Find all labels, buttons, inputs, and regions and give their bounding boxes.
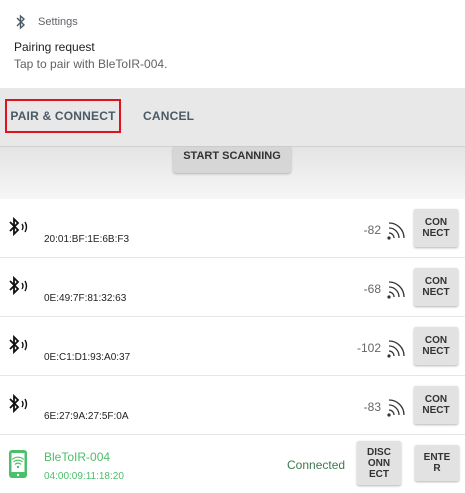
connect-button[interactable]: CON NECT: [414, 268, 458, 306]
device-mac: 04:00:09:11:18:20: [44, 471, 124, 482]
device-row[interactable]: 20:01:BF:1E:6B:F3 -82 CON NECT: [0, 199, 465, 258]
enter-button[interactable]: ENTE R: [415, 445, 459, 481]
notification-actions: PAIR & CONNECT CANCEL: [0, 88, 465, 147]
device-rssi: -82: [363, 223, 381, 237]
device-name: BleToIR-004: [44, 450, 111, 464]
connect-button[interactable]: CON NECT: [414, 327, 458, 365]
signal-strength-icon: [387, 340, 405, 358]
bluetooth-signal-icon: [9, 393, 28, 414]
wireless-device-icon: [9, 450, 27, 478]
device-row[interactable]: 0E:C1:D1:93:A0:37 -102 CON NECT: [0, 317, 465, 376]
signal-strength-icon: [387, 281, 405, 299]
device-rssi: -102: [356, 341, 381, 355]
device-rssi: -83: [363, 400, 381, 414]
device-mac: 0E:C1:D1:93:A0:37: [44, 352, 131, 363]
cancel-button[interactable]: CANCEL: [143, 99, 194, 133]
scan-area: START SCANNING: [0, 147, 465, 199]
device-mac: 20:01:BF:1E:6B:F3: [44, 234, 130, 245]
notification-body: Tap to pair with BleToIR-004.: [14, 57, 168, 71]
signal-strength-icon: [387, 399, 405, 417]
device-row[interactable]: 0E:49:7F:81:32:63 -68 CON NECT: [0, 258, 465, 317]
device-rssi: -68: [363, 282, 381, 296]
device-mac: 6E:27:9A:27:5F:0A: [44, 411, 129, 422]
connect-button[interactable]: CON NECT: [414, 386, 458, 424]
pair-connect-button[interactable]: PAIR & CONNECT: [5, 99, 121, 133]
pairing-notification[interactable]: Settings Pairing request Tap to pair wit…: [0, 0, 465, 88]
device-mac: 0E:49:7F:81:32:63: [44, 293, 127, 304]
disconnect-button[interactable]: DISC ONN ECT: [357, 441, 401, 485]
start-scanning-button[interactable]: START SCANNING: [173, 147, 291, 173]
connection-status: Connected: [287, 458, 346, 472]
connected-device-row[interactable]: BleToIR-004 04:00:09:11:18:20 Connected …: [0, 435, 465, 493]
notification-header: Settings: [14, 14, 78, 30]
bluetooth-icon: [16, 14, 26, 30]
bluetooth-signal-icon: [9, 334, 28, 355]
notification-app-name: Settings: [38, 16, 78, 28]
bluetooth-signal-icon: [9, 216, 28, 237]
signal-strength-icon: [387, 222, 405, 240]
connect-button[interactable]: CON NECT: [414, 209, 458, 247]
notification-title: Pairing request: [14, 40, 95, 54]
device-row[interactable]: 6E:27:9A:27:5F:0A -83 CON NECT: [0, 376, 465, 435]
bluetooth-signal-icon: [9, 275, 28, 296]
